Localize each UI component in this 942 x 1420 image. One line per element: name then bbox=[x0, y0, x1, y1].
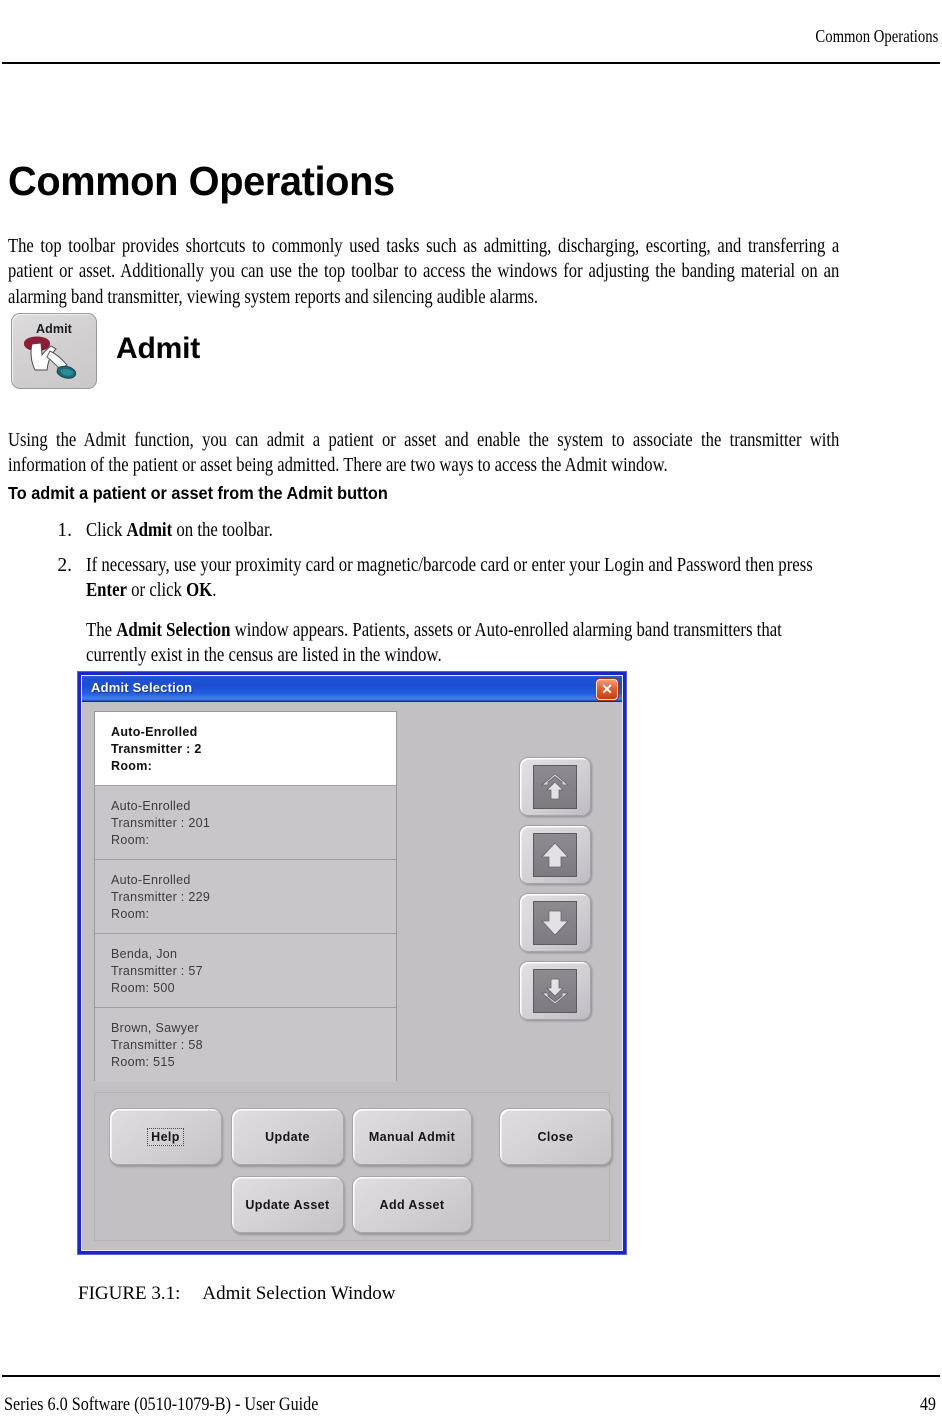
section-title-admit: Admit bbox=[116, 332, 200, 365]
page-title: Common Operations bbox=[8, 158, 395, 205]
procedure-step-list: 1. Click Admit on the toolbar. 2. If necess… bbox=[8, 518, 934, 678]
scroll-button-column bbox=[519, 757, 593, 1029]
admit-selection-dialog: Admit Selection ✕ Auto-Enrolled Transmitt… bbox=[78, 672, 626, 1254]
arrow-up-face bbox=[533, 832, 577, 877]
hand-pointer-icon bbox=[24, 336, 77, 379]
admit-selection-list[interactable]: Auto-Enrolled Transmitter : 2 Room: Auto-En… bbox=[94, 711, 397, 1082]
help-button[interactable]: Help bbox=[109, 1108, 222, 1165]
list-item-name: Benda, Jon bbox=[111, 947, 178, 961]
list-item[interactable]: Brown, Sawyer Transmitter : 58 Room: 515 bbox=[95, 1008, 396, 1082]
dialog-body: Auto-Enrolled Transmitter : 2 Room: Auto-En… bbox=[82, 702, 622, 1250]
manual-admit-button[interactable]: Manual Admit bbox=[352, 1108, 472, 1165]
list-item-name: Auto-Enrolled bbox=[111, 873, 191, 887]
admit-icon-label: Admit bbox=[36, 322, 72, 336]
list-item-transmitter: Transmitter : 58 bbox=[111, 1038, 203, 1052]
body-text: The bbox=[86, 619, 117, 641]
running-head: Common Operations bbox=[815, 26, 938, 46]
step-text: Click Admit on the toolbar. bbox=[86, 518, 843, 544]
figure-label: FIGURE 3.1: bbox=[78, 1283, 181, 1304]
list-item[interactable]: Auto-Enrolled Transmitter : 229 Room: bbox=[95, 860, 396, 934]
list-item-transmitter: Transmitter : 201 bbox=[111, 816, 211, 830]
arrow-up-icon[interactable] bbox=[519, 825, 591, 884]
admit-toolbar-icon: Admit bbox=[11, 313, 97, 389]
close-button[interactable]: Close bbox=[499, 1108, 612, 1165]
list-item-transmitter: Transmitter : 2 bbox=[111, 742, 202, 756]
page-down-icon[interactable] bbox=[519, 961, 591, 1020]
arrow-down-glyph bbox=[541, 910, 569, 936]
update-asset-button[interactable]: Update Asset bbox=[231, 1176, 344, 1233]
page-down-glyph bbox=[540, 978, 570, 1005]
update-button[interactable]: Update bbox=[231, 1108, 344, 1165]
list-item[interactable]: Auto-Enrolled Transmitter : 201 Room: bbox=[95, 786, 396, 860]
list-item-room: Room: bbox=[111, 907, 150, 921]
figure-caption-text: Admit Selection Window bbox=[202, 1283, 396, 1304]
close-x-glyph: ✕ bbox=[601, 681, 613, 697]
emphasis-text: Enter bbox=[86, 580, 127, 601]
dialog-frame: Admit Selection ✕ Auto-Enrolled Transmitt… bbox=[81, 675, 623, 1251]
intro-paragraph: The top toolbar provides shortcuts to co… bbox=[8, 235, 840, 308]
dialog-title: Admit Selection bbox=[91, 680, 193, 695]
arrow-down-icon[interactable] bbox=[519, 893, 591, 952]
help-button-label: Help bbox=[147, 1127, 184, 1146]
list-item[interactable]: Auto-Enrolled Transmitter : 2 Room: bbox=[95, 712, 396, 786]
list-item-room: Room: 515 bbox=[111, 1055, 175, 1069]
page-number: 49 bbox=[919, 1394, 936, 1415]
figure-caption: FIGURE 3.1: Admit Selection Window bbox=[78, 1283, 396, 1305]
page-up-icon[interactable] bbox=[519, 757, 591, 816]
footer-document-title: Series 6.0 Software (0510-1079-B) - User… bbox=[4, 1394, 319, 1415]
emphasis-text: OK bbox=[186, 580, 213, 601]
list-item-room: Room: bbox=[111, 833, 150, 847]
step-text: If necessary, use your proximity card or… bbox=[86, 553, 843, 604]
body-text: Click bbox=[86, 520, 127, 541]
list-item-transmitter: Transmitter : 229 bbox=[111, 890, 211, 904]
list-item-name: Auto-Enrolled bbox=[111, 725, 198, 739]
list-item-transmitter: Transmitter : 57 bbox=[111, 964, 203, 978]
list-item[interactable]: Benda, Jon Transmitter : 57 Room: 500 bbox=[95, 934, 396, 1008]
body-text: . bbox=[212, 580, 217, 601]
procedure-heading: To admit a patient or asset from the Adm… bbox=[8, 483, 388, 503]
page-up-glyph bbox=[540, 772, 570, 799]
add-asset-button[interactable]: Add Asset bbox=[352, 1176, 472, 1233]
header-divider bbox=[2, 62, 940, 64]
list-item-name: Auto-Enrolled bbox=[111, 799, 191, 813]
page-down-face bbox=[533, 968, 577, 1013]
dialog-titlebar: Admit Selection ✕ bbox=[82, 676, 622, 702]
procedure-step: 1. Click Admit on the toolbar. bbox=[8, 518, 934, 544]
list-item-room: Room: 500 bbox=[111, 981, 175, 995]
emphasis-text: Admit Selection bbox=[116, 619, 231, 641]
body-text: on the toolbar. bbox=[172, 520, 273, 541]
procedure-step: 2. If necessary, use your proximity card … bbox=[8, 553, 934, 669]
arrow-down-face bbox=[533, 900, 577, 945]
admit-description-paragraph: Using the Admit function, you can admit … bbox=[8, 429, 840, 477]
list-item-room: Room: bbox=[111, 759, 153, 773]
step-number: 1. bbox=[57, 520, 72, 541]
page-up-face bbox=[533, 764, 577, 809]
footer-divider bbox=[2, 1375, 940, 1377]
emphasis-text: Admit bbox=[126, 520, 173, 541]
dialog-button-area: Help Update Manual Admit Close Update As… bbox=[94, 1092, 612, 1241]
body-text: If necessary, use your proximity card or… bbox=[86, 554, 813, 576]
step-note: The Admit Selection window appears. Pati… bbox=[86, 618, 843, 669]
body-text: or click bbox=[126, 580, 187, 601]
close-icon[interactable]: ✕ bbox=[596, 679, 618, 700]
arrow-up-glyph bbox=[541, 841, 569, 867]
step-number: 2. bbox=[57, 554, 72, 576]
list-item-name: Brown, Sawyer bbox=[111, 1021, 199, 1035]
page-header: Common Operations bbox=[0, 0, 942, 62]
